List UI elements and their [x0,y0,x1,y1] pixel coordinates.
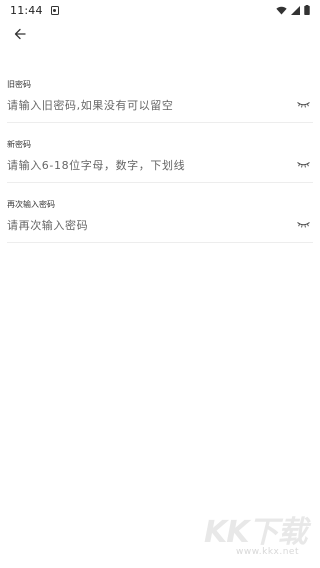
back-button[interactable] [10,24,30,44]
watermark-logo: KK下载 [204,515,307,550]
confirm-password-label: 再次输入密码 [7,200,55,209]
battery-icon [304,5,310,15]
watermark: KK下载 www.kkx.net [196,505,316,565]
confirm-password-group: 再次输入密码 [0,194,320,254]
new-password-group: 新密码 [0,134,320,194]
screen: 11:44 旧密码 新密码 再次输入密码 KK下载 www.kkx.net [0,0,320,568]
eye-closed-icon [296,221,310,227]
status-bar: 11:44 [0,0,320,20]
arrow-left-icon [14,28,26,40]
old-password-input[interactable] [7,94,277,116]
field-divider [7,182,313,183]
confirm-password-visibility-toggle[interactable] [296,219,310,229]
signal-icon [291,5,300,15]
field-divider [7,122,313,123]
field-divider [7,242,313,243]
password-form: 旧密码 新密码 再次输入密码 [0,74,320,254]
app-header [0,20,320,46]
status-time: 11:44 [10,3,43,17]
wifi-icon [276,6,287,15]
old-password-group: 旧密码 [0,74,320,134]
old-password-visibility-toggle[interactable] [296,99,310,109]
notification-icon [50,5,59,15]
status-icons [276,5,310,15]
old-password-label: 旧密码 [7,80,31,89]
confirm-password-input[interactable] [7,214,277,236]
eye-closed-icon [296,101,310,107]
new-password-input[interactable] [7,154,277,176]
new-password-visibility-toggle[interactable] [296,159,310,169]
new-password-label: 新密码 [7,140,31,149]
watermark-url: www.kkx.net [236,547,299,557]
eye-closed-icon [296,161,310,167]
